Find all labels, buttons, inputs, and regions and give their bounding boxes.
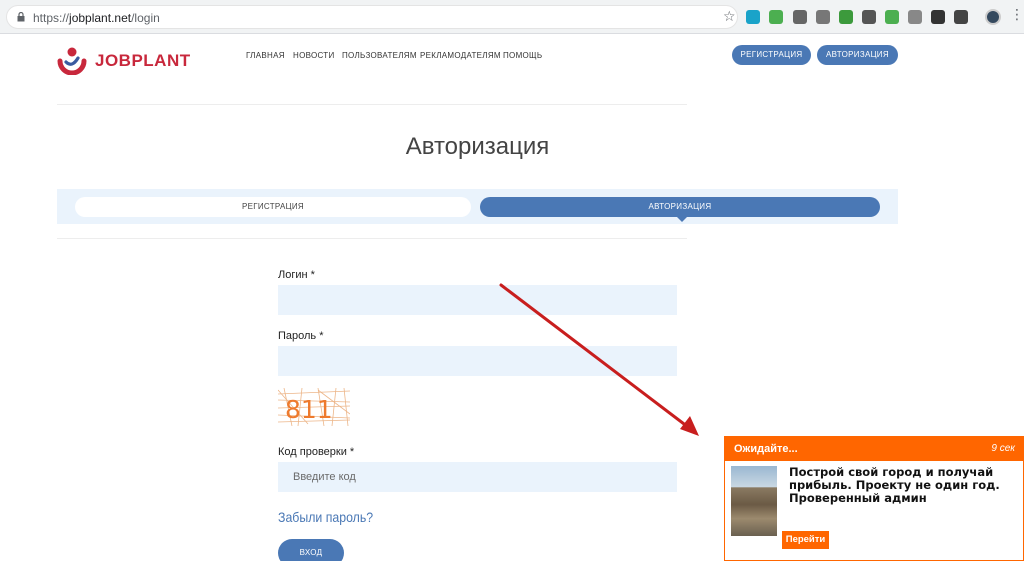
register-button[interactable]: РЕГИСТРАЦИЯ (732, 45, 811, 65)
logo-text[interactable]: JOBPLANT (95, 51, 191, 71)
ad-go-button[interactable]: Перейти (782, 531, 829, 549)
nav-users[interactable]: ПОЛЬЗОВАТЕЛЯМ (342, 51, 417, 60)
header-divider (57, 104, 687, 105)
address-bar[interactable]: https://jobplant.net/login ☆ (6, 5, 738, 29)
ad-image[interactable] (731, 466, 777, 536)
nav-advertisers[interactable]: РЕКЛАМОДАТЕЛЯМ (420, 51, 501, 60)
browser-extension-icon[interactable] (746, 10, 760, 24)
bookmark-star-icon[interactable]: ☆ (723, 9, 736, 25)
lock-icon (17, 12, 25, 22)
tabs-divider (57, 238, 687, 239)
url-text: https://jobplant.net/login (33, 11, 160, 25)
active-tab-caret (676, 216, 688, 222)
browser-extension-icon[interactable] (839, 10, 853, 24)
password-input[interactable] (278, 346, 677, 376)
nav-news[interactable]: НОВОСТИ (293, 51, 335, 60)
ad-text[interactable]: Построй свой город и получай прибыль. Пр… (789, 466, 1014, 505)
ad-wait-label: Ожидайте... (734, 443, 798, 455)
browser-extension-icon[interactable] (908, 10, 922, 24)
auth-tabs: РЕГИСТРАЦИЯ АВТОРИЗАЦИЯ (57, 189, 898, 224)
browser-extension-icon[interactable] (816, 10, 830, 24)
submit-login-button[interactable]: ВХОД (278, 539, 344, 561)
page: https://jobplant.net/login ☆ ⋮ JOBPLANT … (0, 0, 1024, 561)
nav-help[interactable]: ПОМОЩЬ (503, 51, 542, 60)
browser-extension-icon[interactable] (769, 10, 783, 24)
nav-home[interactable]: ГЛАВНАЯ (246, 51, 285, 60)
page-title: Авторизация (405, 133, 550, 160)
ad-header: Ожидайте... 9 сек (725, 437, 1023, 461)
browser-extension-icon[interactable] (931, 10, 945, 24)
captcha-code-input[interactable] (278, 462, 677, 492)
browser-toolbar: https://jobplant.net/login ☆ ⋮ (0, 0, 1024, 34)
ad-countdown: 9 сек (991, 443, 1015, 454)
login-button[interactable]: АВТОРИЗАЦИЯ (817, 45, 898, 65)
profile-avatar[interactable] (985, 9, 1001, 25)
login-input[interactable] (278, 285, 677, 315)
browser-menu-icon[interactable]: ⋮ (1010, 7, 1024, 23)
browser-extension-icon[interactable] (954, 10, 968, 24)
code-label: Код проверки * (278, 446, 355, 458)
forgot-password-link[interactable]: Забыли пароль? (278, 509, 373, 525)
captcha-image: 811 (278, 388, 350, 426)
captcha-text: 811 (285, 395, 333, 424)
jobplant-logo-icon[interactable] (56, 45, 88, 75)
ad-popup[interactable]: Ожидайте... 9 сек Построй свой город и п… (724, 436, 1024, 561)
tab-login[interactable]: АВТОРИЗАЦИЯ (480, 197, 880, 217)
tab-register[interactable]: РЕГИСТРАЦИЯ (75, 197, 471, 217)
browser-extension-icon[interactable] (793, 10, 807, 24)
browser-extension-icon[interactable] (885, 10, 899, 24)
login-label: Логин * (278, 269, 315, 281)
password-label: Пароль * (278, 330, 324, 342)
browser-extension-icon[interactable] (862, 10, 876, 24)
